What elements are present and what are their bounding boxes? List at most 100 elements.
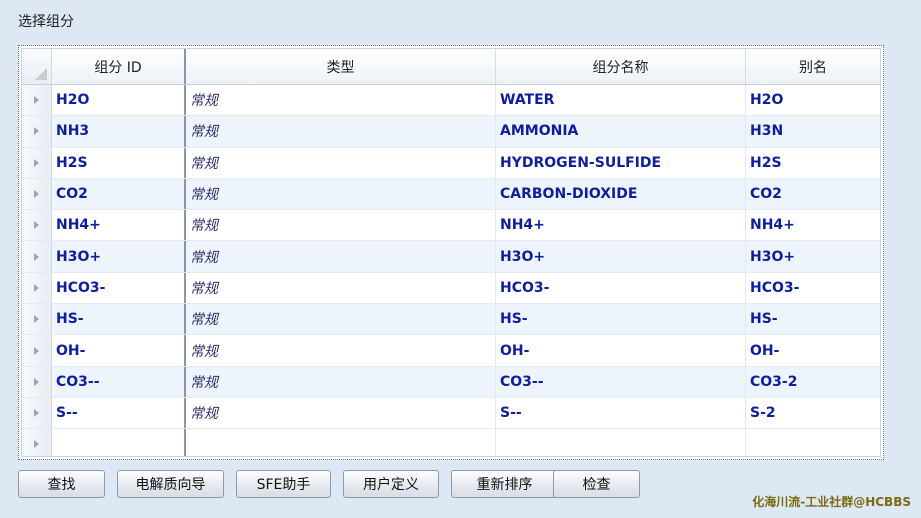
cell-component-id[interactable]: NH4+ <box>52 210 186 241</box>
cell-component-id[interactable]: S-- <box>52 397 186 429</box>
row-selector[interactable] <box>22 210 52 241</box>
find-button[interactable]: 查找 <box>18 470 105 498</box>
cell-type[interactable]: 常规 <box>186 397 496 429</box>
cell-alias[interactable]: H2O <box>746 85 880 115</box>
cell-type[interactable]: 常规 <box>186 241 496 272</box>
new-entry-row[interactable] <box>22 429 880 456</box>
cell-component-name[interactable] <box>496 429 746 456</box>
row-selector[interactable] <box>22 241 52 272</box>
cell-component-name[interactable]: HCO3- <box>496 272 746 304</box>
cell-type[interactable]: 常规 <box>186 116 496 147</box>
cell-component-id[interactable]: H2S <box>52 147 186 178</box>
select-all-corner[interactable] <box>22 49 52 84</box>
cell-alias[interactable]: CO3-2 <box>746 367 880 397</box>
cell-type[interactable]: 常规 <box>186 210 496 241</box>
cell-component-name[interactable]: NH4+ <box>496 210 746 241</box>
cell-component-id[interactable]: NH3 <box>52 116 186 147</box>
row-arrow-icon <box>34 377 39 386</box>
cell-type[interactable]: 常规 <box>186 85 496 116</box>
table-row[interactable]: OH- 常规 OH- OH- <box>22 335 880 367</box>
cell-component-name[interactable]: CO3-- <box>496 366 746 397</box>
cell-component-name[interactable]: HYDROGEN-SULFIDE <box>496 147 746 178</box>
row-selector[interactable] <box>22 304 52 335</box>
components-grid[interactable]: 组分 ID 类型 组分名称 别名 H2O 常规 WATER H2O NH3 常规 AMMON… <box>21 48 881 457</box>
cell-component-name[interactable]: AMMONIA <box>496 116 746 147</box>
reorder-button[interactable]: 重新排序 <box>451 470 558 498</box>
row-arrow-icon <box>34 346 39 355</box>
column-header-type[interactable]: 类型 <box>186 49 496 84</box>
grid-header: 组分 ID 类型 组分名称 别名 <box>22 49 880 85</box>
cell-component-name[interactable]: OH- <box>496 335 746 366</box>
table-row[interactable]: CO3-- 常规 CO3-- CO3-2 <box>22 366 880 398</box>
table-row[interactable]: H2S 常规 HYDROGEN-SULFIDE H2S <box>22 147 880 179</box>
row-selector[interactable] <box>22 178 52 210</box>
cell-component-id[interactable]: HCO3- <box>52 272 186 304</box>
row-selector[interactable] <box>22 397 52 429</box>
row-arrow-icon <box>34 221 39 230</box>
cell-component-name[interactable]: WATER <box>496 85 746 116</box>
column-header-alias[interactable]: 别名 <box>746 49 880 84</box>
cell-alias[interactable]: HS- <box>746 304 880 334</box>
cell-alias[interactable]: H3N <box>746 116 880 146</box>
cell-alias[interactable]: OH- <box>746 335 880 365</box>
cell-type[interactable]: 常规 <box>186 178 496 210</box>
cell-component-id[interactable]: CO3-- <box>52 366 186 397</box>
cell-alias[interactable]: CO2 <box>746 179 880 209</box>
user-defined-button[interactable]: 用户定义 <box>343 470 439 498</box>
column-header-name[interactable]: 组分名称 <box>496 49 746 84</box>
cell-component-name[interactable]: CARBON-DIOXIDE <box>496 178 746 210</box>
table-row[interactable]: NH4+ 常规 NH4+ NH4+ <box>22 210 880 242</box>
cell-type[interactable]: 常规 <box>186 335 496 366</box>
cell-alias[interactable] <box>746 429 880 456</box>
table-row[interactable]: NH3 常规 AMMONIA H3N <box>22 116 880 148</box>
review-button[interactable]: 检查 <box>553 470 640 498</box>
row-selector[interactable] <box>22 335 52 366</box>
row-selector[interactable] <box>22 85 52 116</box>
cell-component-id[interactable]: H2O <box>52 85 186 116</box>
components-grid-frame: 组分 ID 类型 组分名称 别名 H2O 常规 WATER H2O NH3 常规 AMMON… <box>18 45 884 460</box>
cell-component-id[interactable]: H3O+ <box>52 241 186 272</box>
row-arrow-icon <box>34 158 39 167</box>
sfe-assistant-button[interactable]: SFE助手 <box>236 470 331 498</box>
cell-alias[interactable]: H2S <box>746 148 880 178</box>
row-arrow-icon <box>34 96 39 105</box>
cell-component-name[interactable]: S-- <box>496 397 746 429</box>
cell-component-id[interactable]: CO2 <box>52 178 186 210</box>
row-arrow-icon <box>34 315 39 324</box>
row-selector[interactable] <box>22 147 52 178</box>
row-arrow-icon <box>34 409 39 418</box>
cell-alias[interactable]: NH4+ <box>746 210 880 240</box>
watermark: 化海川流-工业社群@HCBBS <box>752 495 911 509</box>
table-row[interactable]: S-- 常规 S-- S-2 <box>22 397 880 430</box>
table-row[interactable]: CO2 常规 CARBON-DIOXIDE CO2 <box>22 178 880 211</box>
cell-component-id[interactable] <box>52 429 186 456</box>
cell-alias[interactable]: S-2 <box>746 398 880 428</box>
cell-component-id[interactable]: HS- <box>52 304 186 335</box>
row-selector[interactable] <box>22 366 52 397</box>
cell-type[interactable]: 常规 <box>186 366 496 397</box>
cell-type[interactable]: 常规 <box>186 304 496 335</box>
grid-body: H2O 常规 WATER H2O NH3 常规 AMMONIA H3N H2S 常规 HYDROGE… <box>22 85 880 456</box>
table-row[interactable]: H2O 常规 WATER H2O <box>22 85 880 117</box>
column-header-id[interactable]: 组分 ID <box>52 49 186 84</box>
row-arrow-icon <box>34 440 39 449</box>
table-row[interactable]: H3O+ 常规 H3O+ H3O+ <box>22 241 880 273</box>
table-row[interactable]: HS- 常规 HS- HS- <box>22 304 880 336</box>
row-selector[interactable] <box>22 116 52 147</box>
row-selector[interactable] <box>22 429 52 456</box>
row-arrow-icon <box>34 252 39 261</box>
cell-component-name[interactable]: H3O+ <box>496 241 746 272</box>
cell-alias[interactable]: H3O+ <box>746 241 880 271</box>
row-selector[interactable] <box>22 272 52 304</box>
cell-type[interactable]: 常规 <box>186 147 496 178</box>
cell-component-id[interactable]: OH- <box>52 335 186 366</box>
panel-title: 选择组分 <box>18 14 74 30</box>
cell-component-name[interactable]: HS- <box>496 304 746 335</box>
cell-type[interactable]: 常规 <box>186 272 496 304</box>
table-row[interactable]: HCO3- 常规 HCO3- HCO3- <box>22 272 880 305</box>
cell-alias[interactable]: HCO3- <box>746 273 880 303</box>
cell-type[interactable] <box>186 429 496 456</box>
row-arrow-icon <box>34 127 39 136</box>
row-arrow-icon <box>34 283 39 292</box>
electrolyte-wizard-button[interactable]: 电解质向导 <box>117 470 224 498</box>
